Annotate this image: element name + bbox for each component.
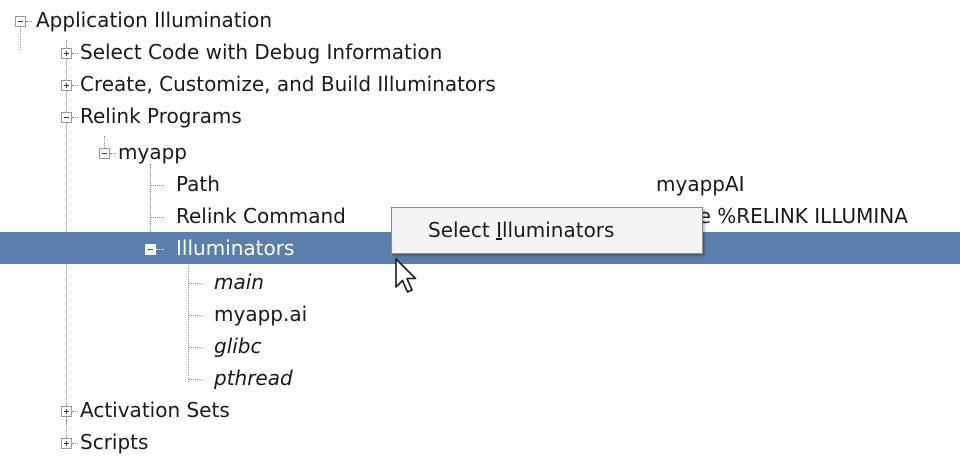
expander-plus-icon[interactable]: [61, 80, 72, 91]
tree-label-path: Path: [176, 172, 220, 196]
tree-label-illuminators: Illuminators: [176, 236, 295, 260]
tree-line: [156, 249, 164, 250]
tree-line: [72, 117, 78, 118]
tree-row-scripts[interactable]: Scripts: [0, 426, 960, 458]
tree-label-glibc: glibc: [214, 334, 262, 358]
menu-item-label-prefix: Select: [428, 218, 497, 242]
tree-line: [150, 217, 164, 218]
tree-line: [188, 347, 202, 348]
tree-row-main[interactable]: main: [0, 266, 960, 298]
tree-row-activation-sets[interactable]: Activation Sets: [0, 394, 960, 426]
tree-label-pthread: pthread: [214, 366, 293, 390]
menu-item-label-suffix: lluminators: [501, 218, 615, 242]
tree-view[interactable]: Application Illumination Select Code wit…: [0, 0, 960, 458]
tree-line: [72, 443, 78, 444]
expander-minus-icon[interactable]: [15, 16, 26, 27]
tree-row-build-illuminators[interactable]: Create, Customize, and Build Illuminator…: [0, 68, 960, 100]
tree-label-myapp: myapp: [118, 140, 187, 164]
tree-line: [72, 53, 78, 54]
expander-plus-icon[interactable]: [61, 48, 72, 59]
tree-line: [72, 411, 78, 412]
tree-row-path[interactable]: Path myappAI: [0, 168, 960, 200]
tree-label-root: Application Illumination: [36, 8, 273, 32]
tree-row-myapp-ai[interactable]: myapp.ai: [0, 298, 960, 330]
tree-row-relink-programs[interactable]: Relink Programs: [0, 100, 960, 132]
tree-label-scripts: Scripts: [80, 430, 149, 454]
tree-label-select-code: Select Code with Debug Information: [80, 40, 443, 64]
expander-plus-icon[interactable]: [61, 438, 72, 449]
expander-minus-icon[interactable]: [145, 244, 156, 255]
tree-label-myapp-ai: myapp.ai: [214, 302, 308, 326]
tree-line: [150, 185, 164, 186]
tree-label-activation-sets: Activation Sets: [80, 398, 230, 422]
tree-line: [188, 379, 202, 380]
tree-label-build-illuminators: Create, Customize, and Build Illuminator…: [80, 72, 496, 96]
tree-line: [72, 85, 78, 86]
tree-line: [26, 21, 32, 22]
expander-minus-icon[interactable]: [99, 148, 110, 159]
tree-label-relink-command: Relink Command: [176, 204, 346, 228]
context-menu: Select Illuminators: [391, 207, 703, 254]
tree-line: [188, 315, 202, 316]
tree-label-main: main: [214, 270, 264, 294]
mouse-cursor-icon: [395, 258, 417, 293]
tree-line: [188, 283, 202, 284]
tree-row-select-code[interactable]: Select Code with Debug Information: [0, 36, 960, 68]
tree-label-relink-programs: Relink Programs: [80, 104, 242, 128]
tree-row-glibc[interactable]: glibc: [0, 330, 960, 362]
tree-row-root[interactable]: Application Illumination: [0, 4, 960, 36]
expander-minus-icon[interactable]: [61, 112, 72, 123]
tree-row-pthread[interactable]: pthread: [0, 362, 960, 394]
expander-plus-icon[interactable]: [61, 406, 72, 417]
menu-item-label: Select Illuminators: [428, 218, 614, 242]
property-value-path[interactable]: myappAI: [656, 172, 745, 196]
tree-row-myapp[interactable]: myapp: [0, 136, 960, 168]
tree-line: [110, 153, 116, 154]
menu-item-select-illuminators[interactable]: Select Illuminators: [392, 208, 702, 253]
